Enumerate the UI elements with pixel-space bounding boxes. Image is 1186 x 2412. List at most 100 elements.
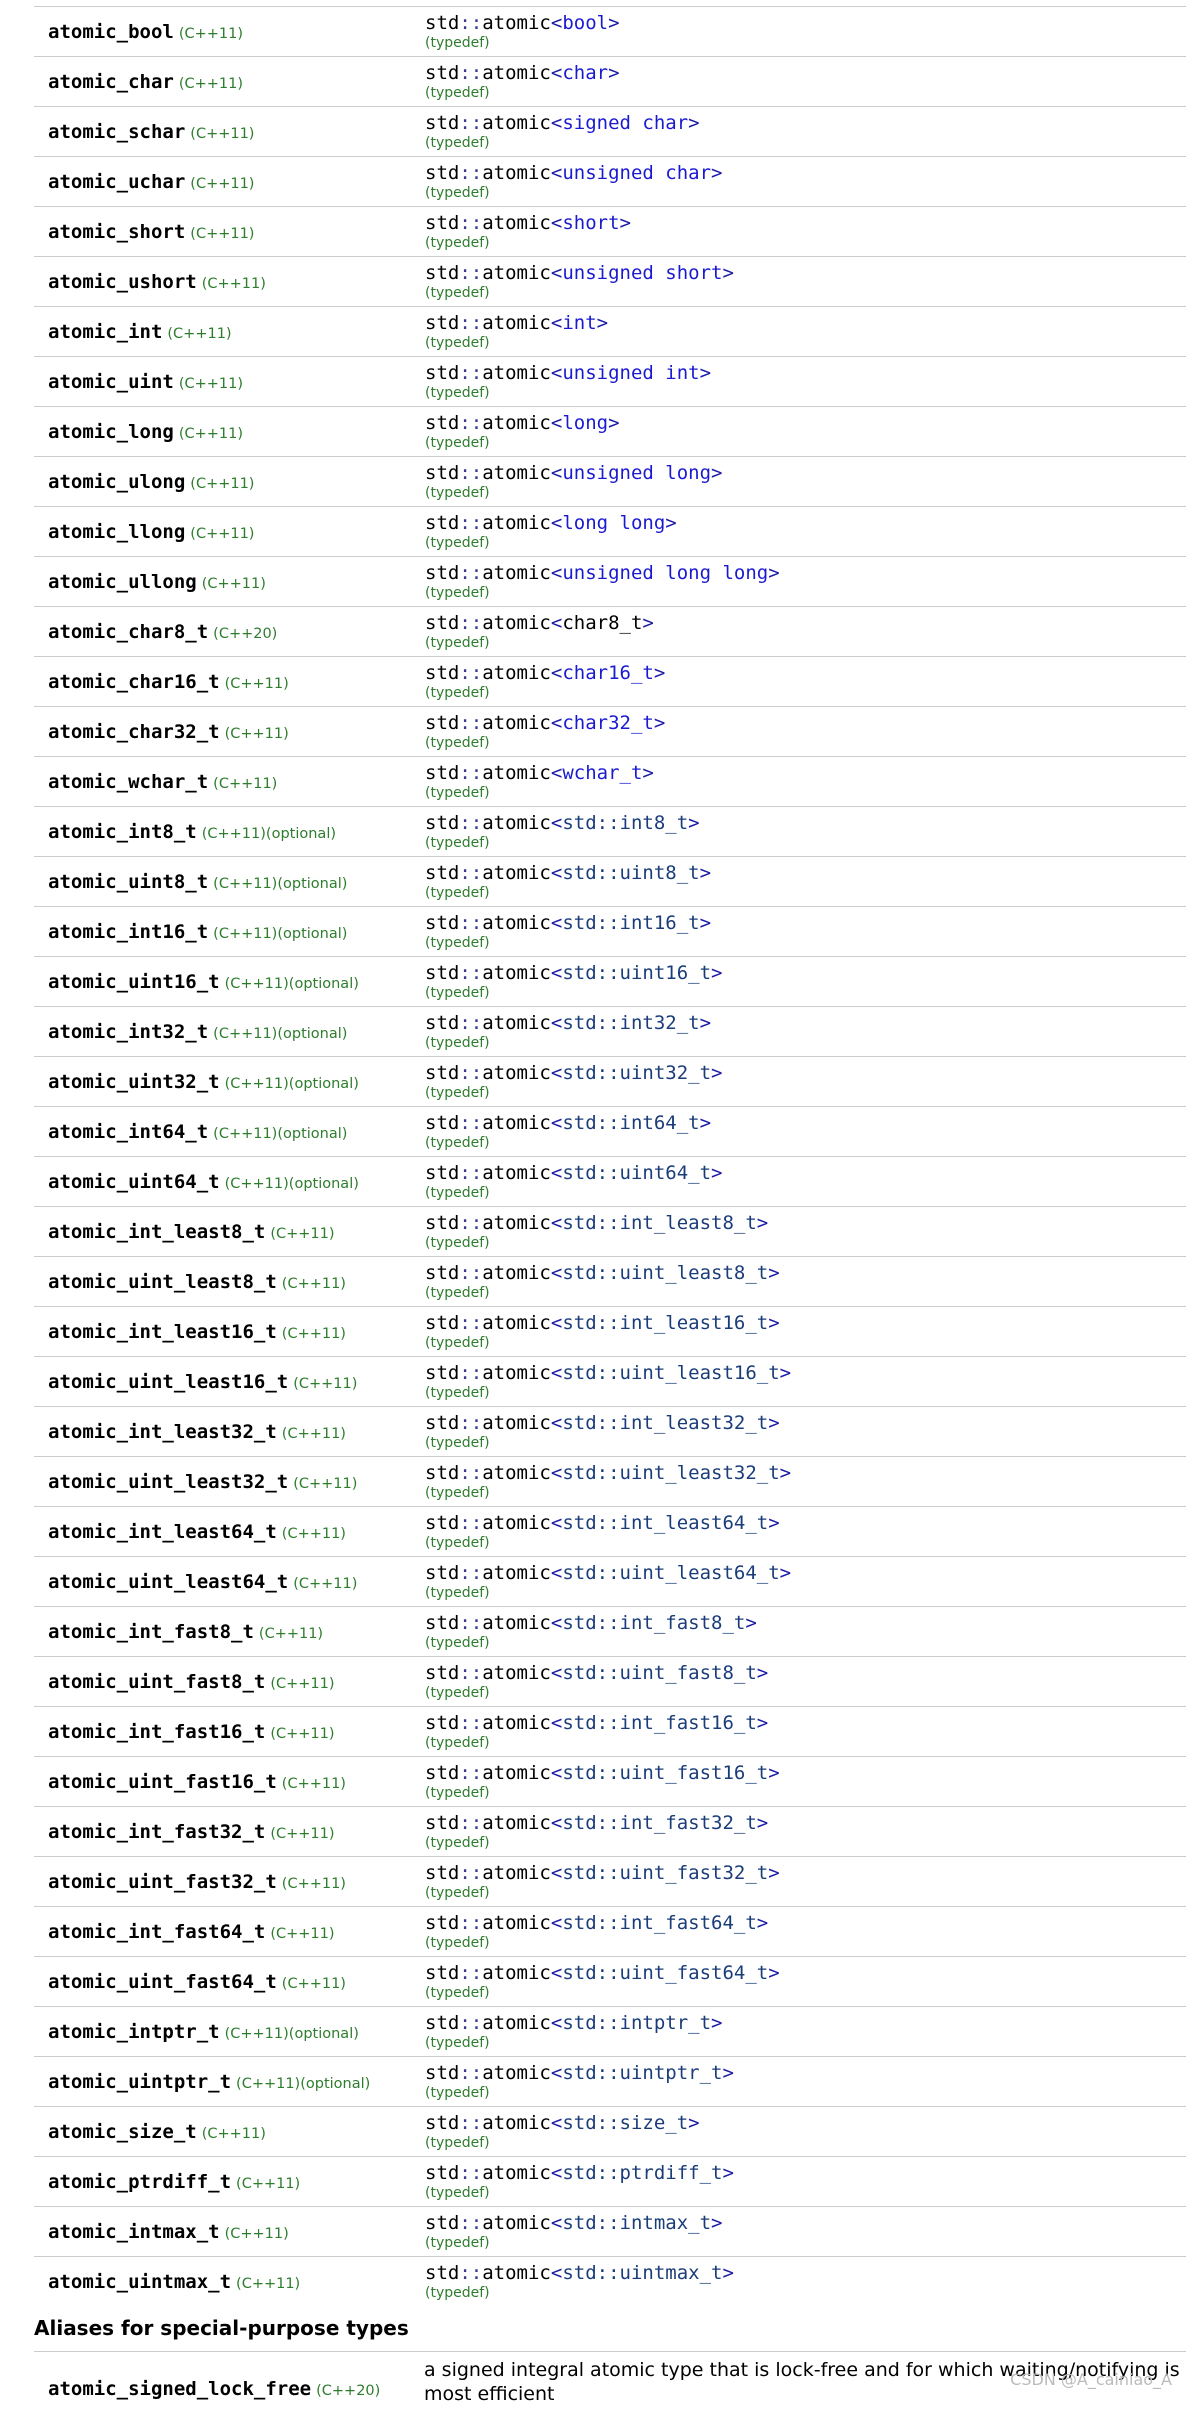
type-name[interactable]: atomic_uint — [48, 371, 174, 393]
namespace-token[interactable]: std — [425, 1712, 459, 1734]
namespace-token[interactable]: std — [425, 1262, 459, 1284]
template-argument[interactable]: std::uint_fast8_t — [562, 1662, 756, 1684]
optional-badge[interactable]: (optional) — [289, 2026, 359, 2042]
template-name[interactable]: atomic — [482, 1462, 551, 1484]
revision-badge[interactable]: (C++11) — [202, 276, 266, 292]
revision-badge[interactable]: (C++11) — [190, 476, 254, 492]
template-name[interactable]: atomic — [482, 1862, 551, 1884]
revision-badge[interactable]: (C++11) — [190, 176, 254, 192]
template-name[interactable]: atomic — [482, 1812, 551, 1834]
template-argument[interactable]: std::uint_least16_t — [562, 1362, 779, 1384]
namespace-token[interactable]: std — [425, 712, 459, 734]
namespace-token[interactable]: std — [425, 212, 459, 234]
template-name[interactable]: atomic — [482, 712, 551, 734]
template-name[interactable]: atomic — [482, 1562, 551, 1584]
template-name[interactable]: atomic — [482, 1762, 551, 1784]
type-name[interactable]: atomic_ullong — [48, 571, 197, 593]
template-argument[interactable]: std::uintptr_t — [562, 2062, 722, 2084]
optional-badge[interactable]: (optional) — [277, 926, 347, 942]
type-name[interactable]: atomic_llong — [48, 521, 185, 543]
template-argument[interactable]: std::int32_t — [562, 1012, 699, 1034]
revision-badge[interactable]: (C++11) — [213, 876, 277, 892]
type-name[interactable]: atomic_uintptr_t — [48, 2071, 231, 2093]
template-argument[interactable]: std::int_fast16_t — [562, 1712, 756, 1734]
namespace-token[interactable]: std — [425, 812, 459, 834]
template-name[interactable]: atomic — [482, 1362, 551, 1384]
revision-badge[interactable]: (C++11) — [202, 2126, 266, 2142]
template-argument[interactable]: bool — [562, 12, 608, 34]
type-name[interactable]: atomic_int_least32_t — [48, 1421, 277, 1443]
type-name[interactable]: atomic_int_least64_t — [48, 1521, 277, 1543]
template-name[interactable]: atomic — [482, 12, 551, 34]
revision-badge[interactable]: (C++11) — [225, 1176, 289, 1192]
template-argument[interactable]: std::int16_t — [562, 912, 699, 934]
namespace-token[interactable]: std — [425, 1112, 459, 1134]
type-name[interactable]: atomic_int8_t — [48, 821, 197, 843]
template-name[interactable]: atomic — [482, 112, 551, 134]
namespace-token[interactable]: std — [425, 62, 459, 84]
template-argument[interactable]: std::intptr_t — [562, 2012, 711, 2034]
template-argument[interactable]: std::uintmax_t — [562, 2262, 722, 2284]
namespace-token[interactable]: std — [425, 2062, 459, 2084]
type-name[interactable]: atomic_int_fast64_t — [48, 1921, 265, 1943]
namespace-token[interactable]: std — [425, 2112, 459, 2134]
template-argument[interactable]: char32_t — [562, 712, 654, 734]
revision-badge[interactable]: (C++11) — [190, 226, 254, 242]
template-argument[interactable]: std::uint8_t — [562, 862, 699, 884]
template-argument[interactable]: std::uint_fast16_t — [562, 1762, 768, 1784]
optional-badge[interactable]: (optional) — [277, 1126, 347, 1142]
revision-badge[interactable]: (C++11) — [270, 1226, 334, 1242]
type-name[interactable]: atomic_uint8_t — [48, 871, 208, 893]
template-name[interactable]: atomic — [482, 62, 551, 84]
template-argument[interactable]: std::intmax_t — [562, 2212, 711, 2234]
template-argument[interactable]: std::int_fast64_t — [562, 1912, 756, 1934]
type-name[interactable]: atomic_uint_least8_t — [48, 1271, 277, 1293]
revision-badge[interactable]: (C++11) — [202, 826, 266, 842]
type-name[interactable]: atomic_short — [48, 221, 185, 243]
type-name[interactable]: atomic_char32_t — [48, 721, 220, 743]
template-argument[interactable]: long long — [562, 512, 665, 534]
type-name[interactable]: atomic_uint64_t — [48, 1171, 220, 1193]
type-name[interactable]: atomic_int_fast8_t — [48, 1621, 254, 1643]
type-name[interactable]: atomic_uint_least64_t — [48, 1571, 288, 1593]
template-name[interactable]: atomic — [482, 1162, 551, 1184]
template-name[interactable]: atomic — [482, 412, 551, 434]
revision-badge[interactable]: (C++11) — [167, 326, 231, 342]
type-name[interactable]: atomic_uint16_t — [48, 971, 220, 993]
template-argument[interactable]: std::ptrdiff_t — [562, 2162, 722, 2184]
optional-badge[interactable]: (optional) — [289, 1076, 359, 1092]
optional-badge[interactable]: (optional) — [266, 826, 336, 842]
type-name[interactable]: atomic_uint32_t — [48, 1071, 220, 1093]
type-name[interactable]: atomic_ushort — [48, 271, 197, 293]
type-name[interactable]: atomic_int_fast32_t — [48, 1821, 265, 1843]
namespace-token[interactable]: std — [425, 1362, 459, 1384]
template-name[interactable]: atomic — [482, 312, 551, 334]
template-argument[interactable]: std::uint32_t — [562, 1062, 711, 1084]
template-argument[interactable]: std::int_fast32_t — [562, 1812, 756, 1834]
type-name[interactable]: atomic_bool — [48, 21, 174, 43]
template-name[interactable]: atomic — [482, 2262, 551, 2284]
namespace-token[interactable]: std — [425, 1062, 459, 1084]
namespace-token[interactable]: std — [425, 312, 459, 334]
namespace-token[interactable]: std — [425, 12, 459, 34]
type-name[interactable]: atomic_char8_t — [48, 621, 208, 643]
template-name[interactable]: atomic — [482, 762, 551, 784]
type-name[interactable]: atomic_int_least8_t — [48, 1221, 265, 1243]
template-name[interactable]: atomic — [482, 912, 551, 934]
namespace-token[interactable]: std — [425, 1912, 459, 1934]
type-name[interactable]: atomic_uintmax_t — [48, 2271, 231, 2293]
revision-badge[interactable]: (C++11) — [282, 1526, 346, 1542]
revision-badge[interactable]: (C++11) — [179, 76, 243, 92]
optional-badge[interactable]: (optional) — [289, 976, 359, 992]
template-argument[interactable]: std::int_least8_t — [562, 1212, 756, 1234]
type-name[interactable]: atomic_char16_t — [48, 671, 220, 693]
template-name[interactable]: atomic — [482, 2062, 551, 2084]
revision-badge[interactable]: (C++11) — [190, 126, 254, 142]
type-name[interactable]: atomic_int64_t — [48, 1121, 208, 1143]
template-name[interactable]: atomic — [482, 212, 551, 234]
revision-badge[interactable]: (C++11) — [179, 426, 243, 442]
template-argument[interactable]: unsigned short — [562, 262, 722, 284]
template-argument[interactable]: std::uint_fast32_t — [562, 1862, 768, 1884]
template-argument[interactable]: std::uint64_t — [562, 1162, 711, 1184]
namespace-token[interactable]: std — [425, 1162, 459, 1184]
